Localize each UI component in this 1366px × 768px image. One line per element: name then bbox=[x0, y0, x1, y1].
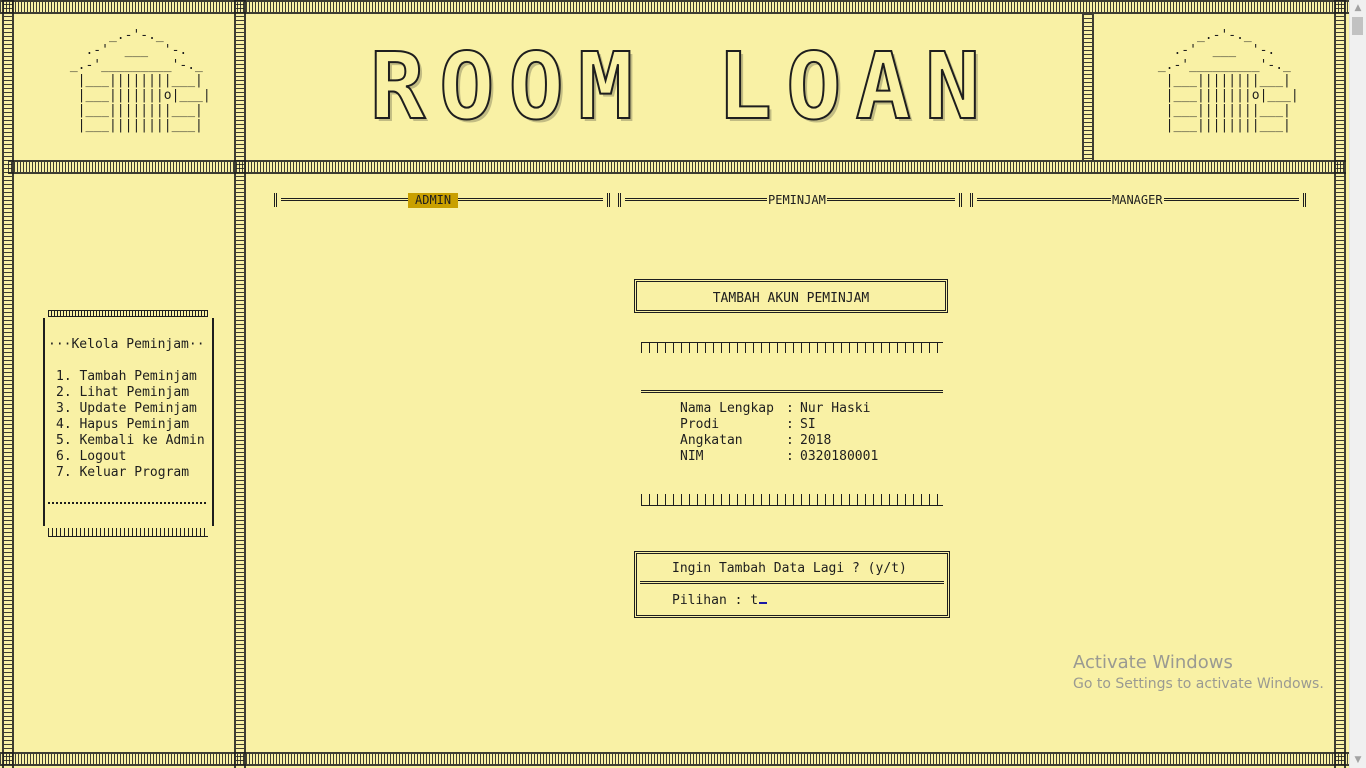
menu-item-update-peminjam[interactable]: 3. Update Peminjam bbox=[56, 401, 197, 417]
menu-top-border bbox=[48, 310, 208, 317]
menu-item-tambah-peminjam[interactable]: 1. Tambah Peminjam bbox=[56, 369, 197, 385]
field-sep-nim: : bbox=[786, 449, 794, 464]
console-window[interactable]: _.-'-._ .-' ___ '-. _.-'_________'-._ |_… bbox=[0, 0, 1350, 768]
field-value-nim: 0320180001 bbox=[800, 449, 879, 464]
house-art-right: _.-'-._ .-' ___ '-. _.-'_________'-._ |_… bbox=[1157, 28, 1299, 133]
form-title: TAMBAH AKUN PEMINJAM bbox=[712, 291, 870, 306]
banner-bottom-border bbox=[8, 160, 1346, 174]
field-label-prodi: Prodi bbox=[680, 417, 720, 432]
choice-input-value[interactable]: t bbox=[750, 593, 758, 608]
left-border bbox=[2, 0, 14, 768]
form-top-divider bbox=[641, 342, 943, 353]
field-label-angkatan: Angkatan bbox=[680, 433, 743, 448]
menu-item-keluar-program[interactable]: 7. Keluar Program bbox=[56, 465, 189, 481]
choice-input[interactable]: Pilihan : t bbox=[672, 593, 768, 609]
menu-item-hapus-peminjam[interactable]: 4. Hapus Peminjam bbox=[56, 417, 189, 433]
tab-admin-label[interactable]: ADMIN bbox=[408, 193, 459, 208]
menu-item-lihat-peminjam[interactable]: 2. Lihat Peminjam bbox=[56, 385, 189, 401]
tab-peminjam-label[interactable]: PEMINJAM bbox=[767, 193, 827, 208]
field-sep-angkatan: : bbox=[786, 433, 794, 448]
banner-right-divider bbox=[1082, 14, 1094, 160]
menu-heading: ···Kelola Peminjam·· bbox=[48, 337, 205, 352]
confirm-question: Ingin Tambah Data Lagi ? (y/t) bbox=[672, 561, 907, 576]
watermark-subtitle: Go to Settings to activate Windows. bbox=[1073, 676, 1324, 692]
app-title-banner: ROOM LOAN bbox=[369, 32, 995, 141]
choice-prompt-label: Pilihan : bbox=[672, 593, 751, 608]
vertical-scrollbar[interactable]: ▲ ▼ bbox=[1349, 0, 1366, 768]
scroll-up-arrow-icon[interactable]: ▲ bbox=[1350, 0, 1366, 16]
form-title-box: TAMBAH AKUN PEMINJAM bbox=[634, 279, 948, 313]
menu-dotted-divider bbox=[48, 502, 206, 504]
field-sep-prodi: : bbox=[786, 417, 794, 432]
right-border bbox=[1334, 0, 1346, 768]
sidebar-divider bbox=[234, 0, 246, 768]
scrollbar-thumb[interactable] bbox=[1352, 17, 1363, 35]
menu-item-logout[interactable]: 6. Logout bbox=[56, 449, 126, 465]
field-value-nama: Nur Haski bbox=[800, 401, 871, 416]
text-cursor bbox=[759, 602, 768, 604]
form-bottom-divider bbox=[641, 494, 943, 506]
field-value-prodi: SI bbox=[800, 417, 816, 432]
field-label-nim: NIM bbox=[680, 449, 704, 464]
activate-windows-watermark: Activate Windows Go to Settings to activ… bbox=[1073, 652, 1324, 694]
bottom-border bbox=[0, 752, 1350, 766]
top-border bbox=[0, 0, 1350, 14]
tab-manager-label[interactable]: MANAGER bbox=[1111, 193, 1164, 208]
scroll-down-arrow-icon[interactable]: ▼ bbox=[1350, 752, 1366, 768]
menu-item-kembali-ke-admin[interactable]: 5. Kembali ke Admin bbox=[56, 433, 205, 449]
field-label-nama: Nama Lengkap bbox=[680, 401, 774, 416]
watermark-title: Activate Windows bbox=[1073, 652, 1233, 673]
confirm-divider bbox=[640, 581, 944, 584]
field-sep-nama: : bbox=[786, 401, 794, 416]
menu-bottom-border bbox=[48, 528, 208, 537]
form-double-divider bbox=[641, 390, 943, 393]
field-value-angkatan: 2018 bbox=[800, 433, 832, 448]
house-art-left: _.-'-._ .-' ___ '-. _.-'_________'-._ |_… bbox=[69, 28, 211, 133]
